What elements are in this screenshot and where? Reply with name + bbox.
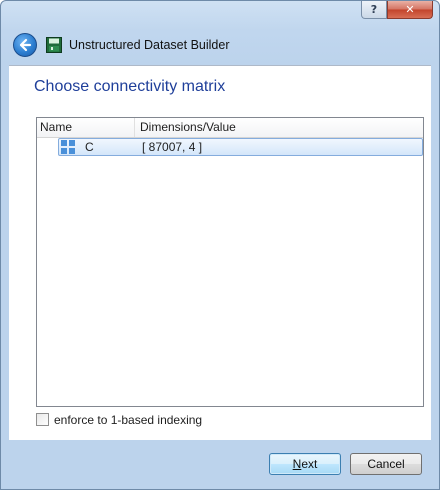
next-label: ext (301, 457, 318, 471)
help-icon: ? (370, 3, 378, 16)
column-header-dimensions[interactable]: Dimensions/Value (136, 118, 423, 137)
matrix-list[interactable]: Name Dimensions/Value C [ 87007, 4 ] (36, 117, 424, 407)
row-name: C (85, 140, 94, 154)
next-button[interactable]: Next (269, 453, 341, 475)
window-title: Unstructured Dataset Builder (69, 38, 230, 52)
column-header-name[interactable]: Name (37, 118, 135, 137)
back-arrow-icon (19, 38, 32, 52)
help-button[interactable]: ? (361, 1, 387, 19)
page-title: Choose connectivity matrix (34, 78, 226, 95)
wizard-window: ? ✕ Unstructured Dataset Builder Choose … (0, 0, 440, 490)
next-mnemonic: N (292, 457, 302, 471)
matrix-icon (61, 140, 75, 154)
row-dimensions: [ 87007, 4 ] (142, 140, 203, 154)
one-based-indexing-label[interactable]: enforce to 1-based indexing (54, 412, 202, 428)
one-based-indexing-checkbox[interactable] (36, 413, 49, 426)
wizard-header: Unstructured Dataset Builder (1, 25, 439, 65)
dataset-builder-icon (46, 37, 62, 53)
close-button[interactable]: ✕ (387, 1, 433, 19)
wizard-page: Choose connectivity matrix Name Dimensio… (9, 65, 431, 440)
cancel-button[interactable]: Cancel (350, 453, 422, 475)
column-header: Name Dimensions/Value (37, 118, 423, 138)
back-button[interactable] (13, 33, 37, 57)
list-item[interactable]: C [ 87007, 4 ] (58, 138, 423, 156)
close-icon: ✕ (405, 3, 415, 16)
cancel-label: Cancel (367, 457, 405, 471)
